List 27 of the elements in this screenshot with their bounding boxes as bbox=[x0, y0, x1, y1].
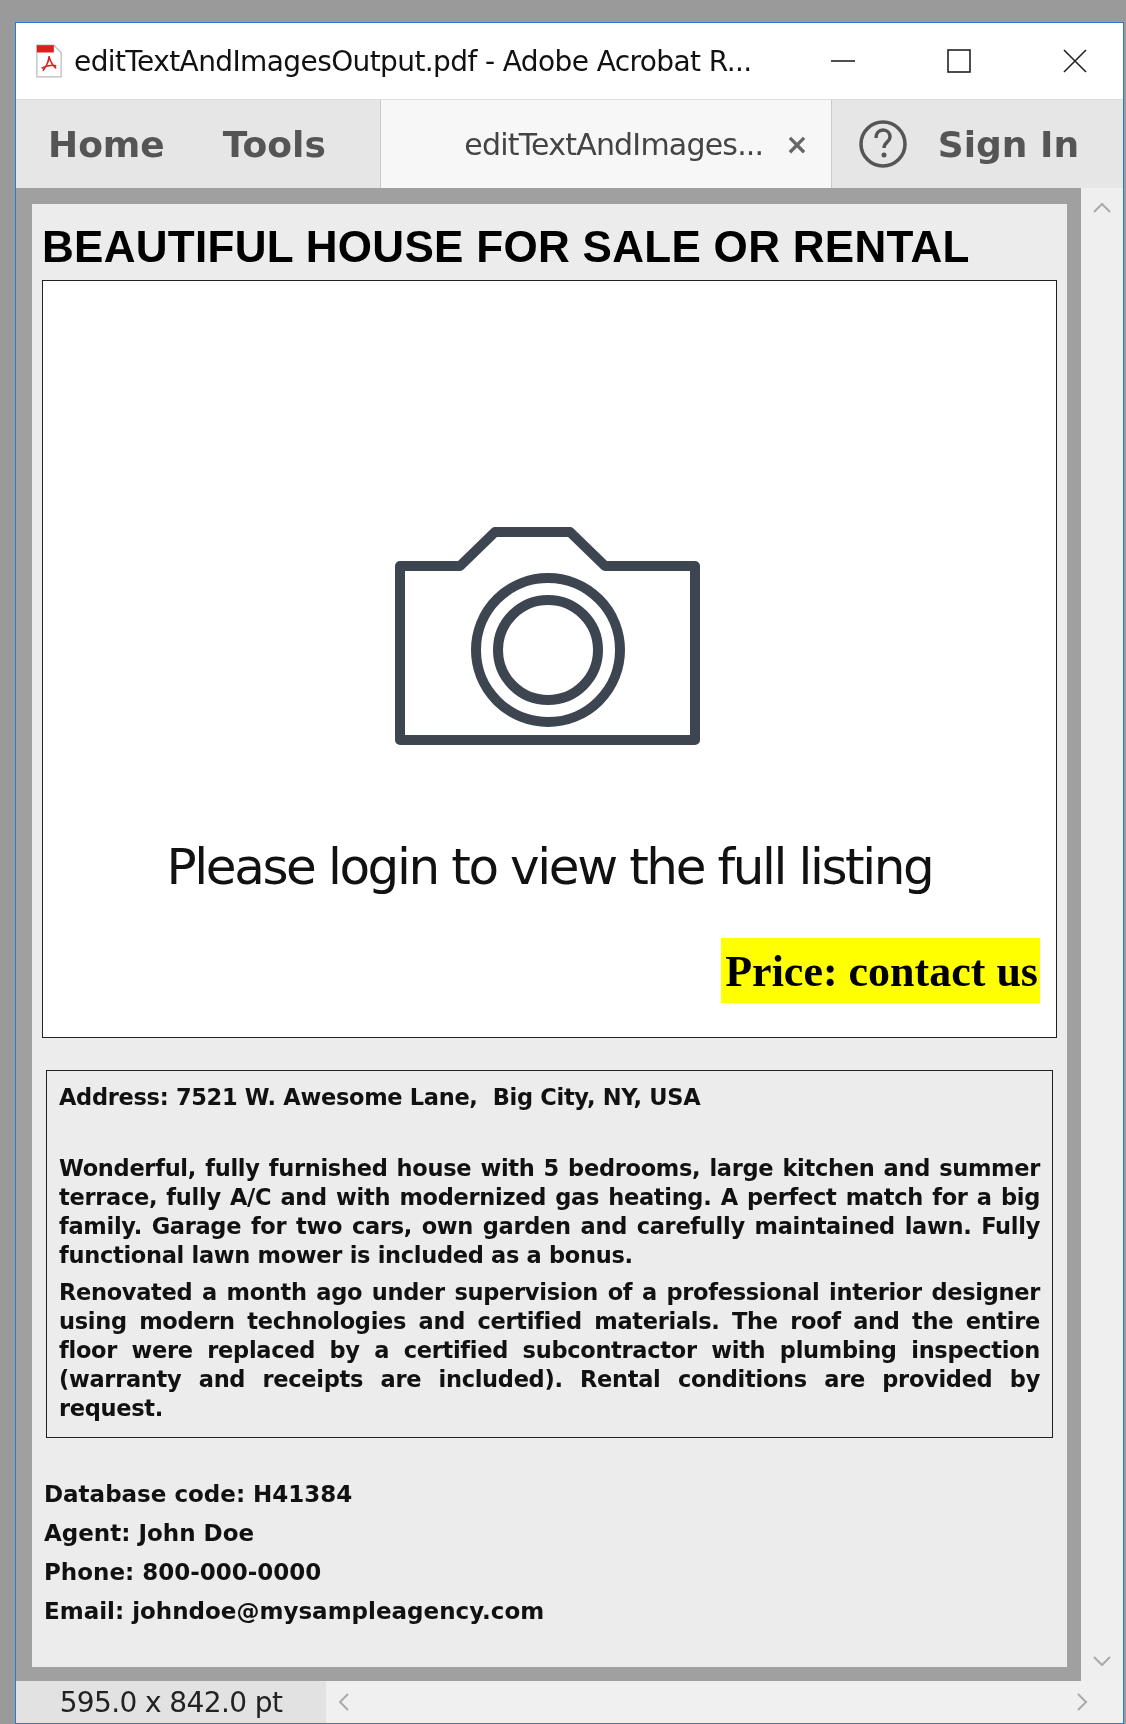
sign-in-button[interactable]: Sign In bbox=[937, 123, 1080, 165]
price-label: Price: contact us bbox=[721, 938, 1040, 1003]
detail-line: Agent: John Doe bbox=[44, 1519, 256, 1548]
scroll-down-icon[interactable] bbox=[1092, 1655, 1112, 1667]
address-text: Address: 7521 W. Awesome Lane, Big City, NY, USA bbox=[59, 1083, 702, 1112]
help-icon[interactable] bbox=[857, 119, 908, 169]
login-message: Please login to view the full listing bbox=[166, 838, 933, 896]
nav-tab[interactable]: Tools bbox=[190, 100, 326, 188]
scroll-up-icon[interactable] bbox=[1092, 202, 1112, 214]
scroll-right-icon[interactable] bbox=[1076, 1692, 1088, 1712]
detail-line: Phone: 800-000-0000 bbox=[44, 1558, 323, 1587]
description-paragraph: Renovated a month ago under supervision of a professional interior designer using modern technologies and certified materials. The roof and the entire floor were replaced by a certified subcontractor with plumbing inspection (warranty and receipts are included). Rental conditions are provided by request. bbox=[59, 1278, 1040, 1423]
page-size-label: 595.0 x 842.0 pt bbox=[16, 1681, 326, 1723]
detail-line: Database code: H41384 bbox=[44, 1480, 354, 1509]
listing-heading: BEAUTIFUL HOUSE FOR SALE OR RENTAL bbox=[42, 222, 971, 272]
scroll-left-icon[interactable] bbox=[338, 1692, 350, 1712]
tab-label[interactable]: editTextAndImages... bbox=[464, 126, 764, 162]
close-icon[interactable] bbox=[1063, 49, 1087, 73]
tab-close-button[interactable]: × bbox=[785, 127, 809, 161]
window-title: editTextAndImagesOutput.pdf - Adobe Acrobat R... bbox=[74, 44, 753, 78]
pdf-file-icon bbox=[34, 44, 64, 78]
vertical-scrollbar[interactable] bbox=[1081, 188, 1123, 1681]
detail-line: Email: johndoe@mysampleagency.com bbox=[44, 1597, 546, 1626]
maximize-icon[interactable] bbox=[947, 49, 971, 73]
document-tab[interactable]: editTextAndImages... × bbox=[379, 100, 832, 188]
description-paragraph: Wonderful, fully furnished house with 5 bedrooms, large kitchen and summer terrace, fully A/C and with modernized gas heating. A perfect match for a big family. Garage for two cars, own garden and carefully maintained lawn. Fully functional lawn mower is included as a bonus. bbox=[59, 1154, 1040, 1270]
nav-tab[interactable]: Home bbox=[16, 100, 165, 188]
